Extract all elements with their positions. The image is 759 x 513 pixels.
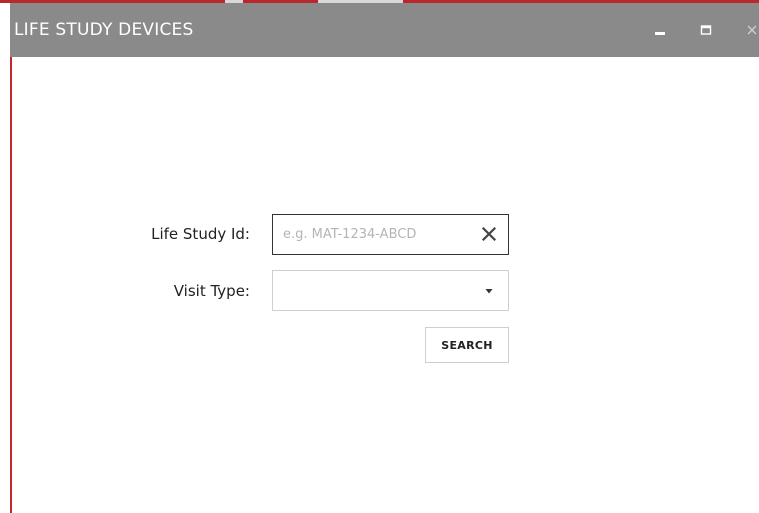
visit-type-label: Visit Type: <box>173 282 250 300</box>
close-icon <box>481 226 497 242</box>
chevron-down-icon <box>485 289 493 294</box>
title-bar[interactable]: LIFE STUDY DEVICES <box>10 3 759 57</box>
window-title: LIFE STUDY DEVICES <box>14 20 194 40</box>
life-study-id-input[interactable] <box>283 215 463 253</box>
maximize-icon <box>700 25 712 35</box>
window-left-gutter <box>0 0 10 513</box>
window-left-border <box>10 57 12 513</box>
window-controls <box>627 3 759 57</box>
maximize-button[interactable] <box>693 17 719 43</box>
life-study-id-label: Life Study Id: <box>151 225 250 243</box>
visit-type-dropdown[interactable] <box>272 270 509 311</box>
minimize-button[interactable] <box>647 17 673 43</box>
search-button[interactable]: SEARCH <box>425 327 509 363</box>
app-window: LIFE STUDY DEVICES Life Study Id: e.g. M… <box>0 0 759 513</box>
close-icon <box>747 25 757 35</box>
life-study-id-field-wrapper <box>272 214 509 255</box>
minimize-icon <box>655 32 665 35</box>
close-window-button[interactable] <box>739 17 759 43</box>
clear-life-study-id-button[interactable] <box>478 223 500 245</box>
